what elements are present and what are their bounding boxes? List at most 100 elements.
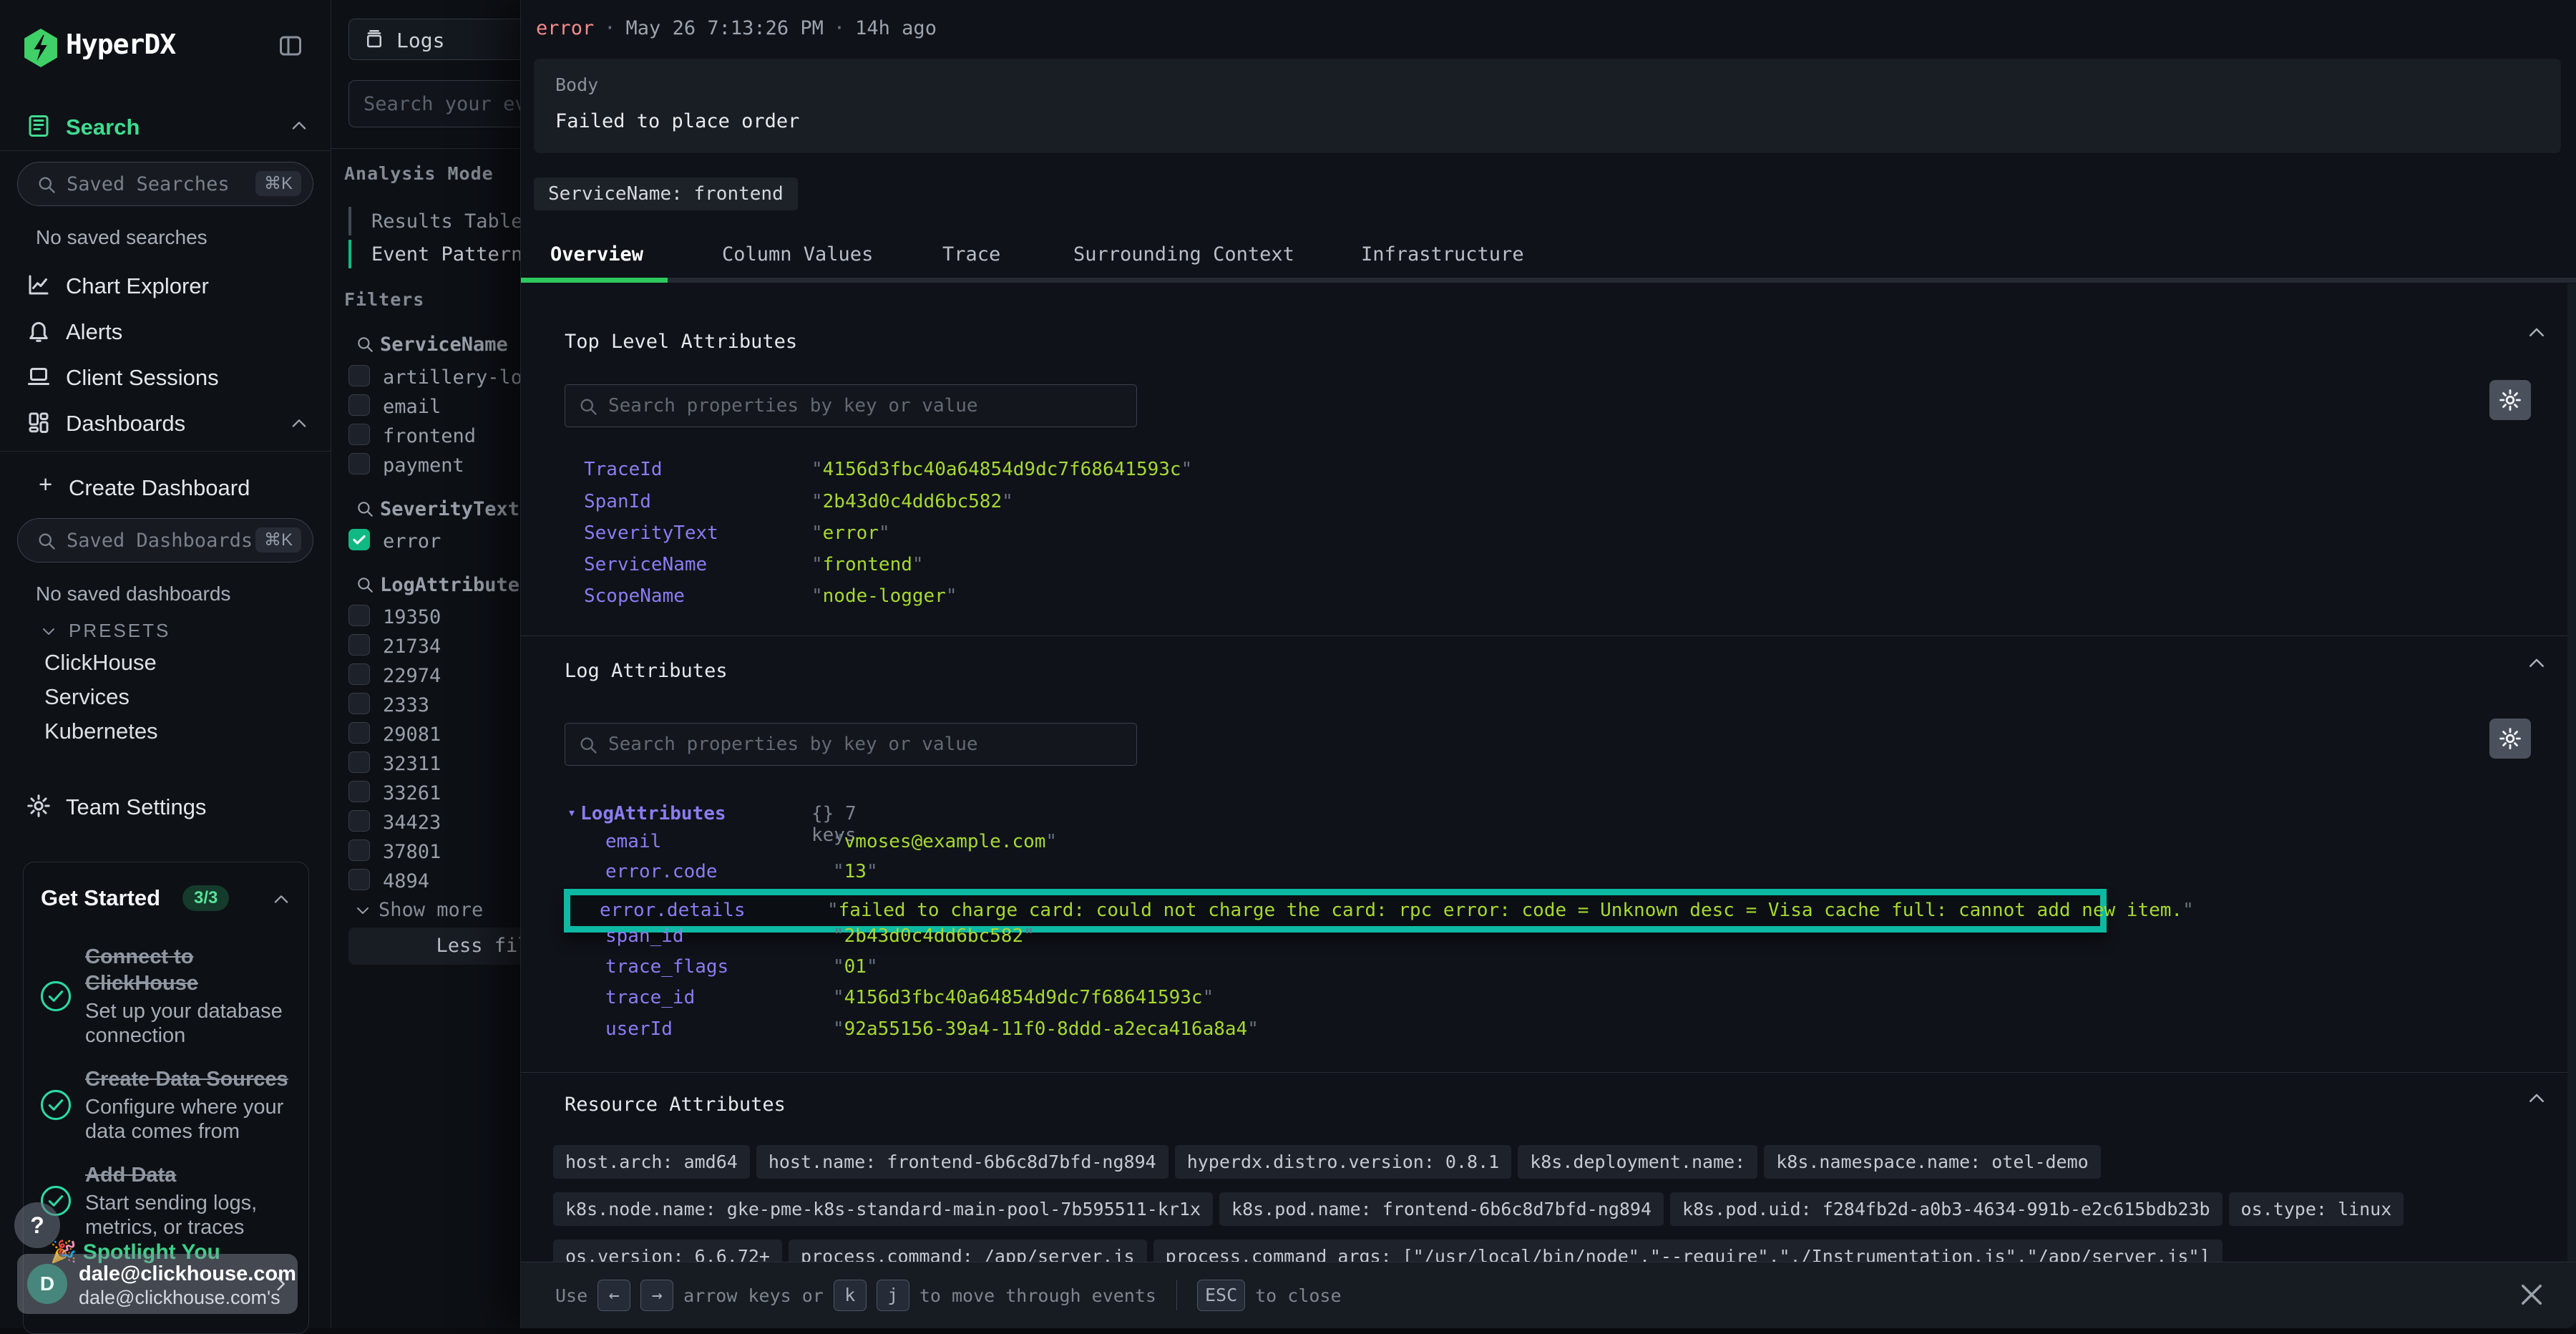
user-menu[interactable]: D dale@clickhouse.com dale@clickhouse.co…: [17, 1254, 298, 1314]
chevron-up-icon[interactable]: [2526, 1088, 2547, 1109]
tree-expand-icon[interactable]: ▾: [567, 804, 576, 821]
resource-chip[interactable]: host.name: frontend-6b6c8d7bfd-ng894: [756, 1145, 1169, 1179]
resource-chip[interactable]: host.arch: amd64: [553, 1145, 750, 1179]
preset-services[interactable]: Services: [44, 684, 130, 710]
resource-chip[interactable]: k8s.node.name: gke-pme-k8s-standard-main…: [553, 1192, 1213, 1226]
chevron-up-icon[interactable]: [2526, 653, 2547, 674]
checkbox[interactable]: [348, 839, 370, 861]
scrollbar-track[interactable]: [2567, 283, 2576, 1262]
tab-infrastructure[interactable]: Infrastructure: [1361, 243, 1524, 266]
get-started-step-connect[interactable]: Connect to ClickHouse Set up your databa…: [39, 944, 293, 1048]
log-attributes-tree-root[interactable]: ▾LogAttributes {} 7 keys: [567, 803, 726, 832]
get-started-step-sources[interactable]: Create Data Sources Configure where your…: [39, 1066, 293, 1144]
tab-surrounding-context[interactable]: Surrounding Context: [1073, 243, 1294, 266]
attribute-row[interactable]: error.detailsfailed to charge card: coul…: [600, 897, 2194, 925]
tab-overview[interactable]: Overview: [550, 243, 643, 266]
resource-chip[interactable]: k8s.namespace.name: otel-demo: [1764, 1145, 2101, 1179]
arrow-right-keycap: →: [640, 1280, 673, 1311]
checkbox[interactable]: [348, 751, 370, 773]
attribute-key: error.code: [605, 861, 833, 882]
attribute-key: trace_id: [605, 987, 833, 1008]
checkbox[interactable]: [348, 722, 370, 744]
attribute-row[interactable]: trace_id4156d3fbc40a64854d9dc7f68641593c: [605, 987, 1214, 1018]
resource-chip[interactable]: k8s.pod.name: frontend-6b6c8d7bfd-ng894: [1219, 1192, 1664, 1226]
checkbox[interactable]: [348, 781, 370, 802]
resource-chip[interactable]: os.type: linux: [2229, 1192, 2404, 1226]
attribute-value: vmoses@example.com: [833, 831, 1057, 852]
j-keycap: j: [877, 1280, 909, 1311]
gear-icon: [2498, 388, 2522, 412]
top-level-search-input[interactable]: Search properties by key or value: [565, 384, 1137, 427]
checkbox[interactable]: [348, 424, 370, 445]
checkbox[interactable]: [348, 693, 370, 714]
saved-searches-input[interactable]: Saved Searches ⌘K: [17, 162, 313, 206]
attribute-row[interactable]: error.code13: [605, 861, 878, 892]
attribute-row[interactable]: userId92a55156-39a4-11f0-8ddd-a2eca416a8…: [605, 1018, 1259, 1050]
checkbox[interactable]: [348, 663, 370, 685]
attribute-row[interactable]: SpanId2b43d0c4dd6bc582: [584, 491, 1013, 522]
attribute-key: ServiceName: [584, 554, 811, 575]
preset-clickhouse[interactable]: ClickHouse: [44, 650, 157, 676]
saved-dashboards-placeholder: Saved Dashboards: [67, 530, 253, 552]
checkbox[interactable]: [348, 634, 370, 656]
divider: [0, 451, 331, 452]
preset-kubernetes[interactable]: Kubernetes: [44, 719, 158, 744]
attribute-row[interactable]: ServiceNamefrontend: [584, 554, 924, 585]
source-label: Logs: [396, 29, 444, 52]
filter-group-label: LogAttributes: [380, 574, 531, 596]
checkbox[interactable]: [348, 869, 370, 890]
checkbox[interactable]: [348, 365, 370, 386]
attribute-row[interactable]: SeverityTexterror: [584, 522, 890, 554]
sidebar-item-dashboards[interactable]: Dashboards: [0, 404, 331, 441]
filter-option-label: artillery-loa: [383, 366, 534, 389]
settings-button[interactable]: [2489, 380, 2531, 420]
attribute-row[interactable]: trace_flags01: [605, 956, 878, 988]
tab-column-values[interactable]: Column Values: [722, 243, 873, 266]
help-button[interactable]: ?: [14, 1202, 60, 1248]
checkbox[interactable]: [348, 394, 370, 416]
attribute-row[interactable]: TraceId4156d3fbc40a64854d9dc7f68641593c: [584, 459, 1192, 490]
step-desc: Configure where your data comes from: [85, 1095, 293, 1144]
attribute-key: TraceId: [584, 459, 811, 480]
resource-chip[interactable]: k8s.pod.uid: f284fb2d-a0b3-4634-991b-e2c…: [1670, 1192, 2223, 1226]
service-tag-chip[interactable]: ServiceName: frontend: [534, 177, 798, 210]
body-label: Body: [555, 74, 598, 95]
resource-chip[interactable]: k8s.deployment.name:: [1518, 1145, 1757, 1179]
attribute-value: 2b43d0c4dd6bc582: [811, 491, 1013, 512]
presets-toggle[interactable]: PRESETS: [69, 620, 170, 642]
close-icon[interactable]: [2517, 1280, 2547, 1310]
tab-trace[interactable]: Trace: [942, 243, 1000, 266]
resource-chip[interactable]: hyperdx.distro.version: 0.8.1: [1175, 1145, 1512, 1179]
get-started-step-add-data[interactable]: Add Data Start sending logs, metrics, or…: [39, 1162, 293, 1240]
sidebar-item-chart-explorer[interactable]: Chart Explorer: [0, 266, 331, 303]
saved-dashboards-input[interactable]: Saved Dashboards ⌘K: [17, 518, 313, 563]
create-dashboard-button[interactable]: Create Dashboard: [69, 475, 250, 501]
sidebar-item-alerts[interactable]: Alerts: [0, 312, 331, 349]
step-desc: Start sending logs, metrics, or traces: [85, 1191, 293, 1240]
attribute-row[interactable]: span_id2b43d0c4dd6bc582: [605, 925, 1035, 957]
attribute-key: trace_flags: [605, 956, 833, 978]
settings-button[interactable]: [2489, 719, 2531, 759]
filter-option-label: error: [383, 530, 441, 552]
attribute-value: 92a55156-39a4-11f0-8ddd-a2eca416a8a4: [833, 1018, 1259, 1040]
checkbox[interactable]: [348, 605, 370, 626]
get-started-badge: 3/3: [182, 885, 229, 911]
sidebar-item-client-sessions[interactable]: Client Sessions: [0, 358, 331, 395]
attribute-key: userId: [605, 1018, 833, 1040]
sidebar-collapse-icon[interactable]: [276, 33, 305, 59]
checkbox[interactable]: [348, 810, 370, 832]
checkbox-checked[interactable]: [348, 529, 370, 550]
hyperdx-logo-icon: [23, 29, 59, 67]
attribute-row[interactable]: ScopeNamenode-logger: [584, 585, 957, 617]
log-attributes-search-input[interactable]: Search properties by key or value: [565, 723, 1137, 766]
sidebar-item-team-settings[interactable]: Team Settings: [0, 787, 331, 824]
gear-icon: [26, 793, 52, 819]
chevron-up-icon[interactable]: [271, 890, 291, 910]
avatar: D: [27, 1264, 67, 1304]
sidebar-item-search[interactable]: Search: [0, 107, 331, 145]
attribute-row[interactable]: emailvmoses@example.com: [605, 831, 1057, 862]
checkbox[interactable]: [348, 453, 370, 474]
severity-badge: error: [536, 17, 594, 39]
esc-keycap: ESC: [1197, 1280, 1245, 1311]
chevron-up-icon[interactable]: [2526, 322, 2547, 344]
